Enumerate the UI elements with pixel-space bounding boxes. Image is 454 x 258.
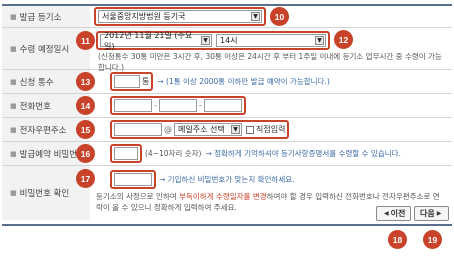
callout-badge-15: 15 xyxy=(76,120,95,139)
next-button[interactable]: 다음 ▶ xyxy=(414,206,450,221)
arrow-left-icon: ◀ xyxy=(384,210,389,217)
bullet-icon: ■ xyxy=(10,189,17,197)
callout-badge-19: 19 xyxy=(423,230,442,249)
phone-part2-input[interactable] xyxy=(158,99,197,112)
bullet-icon: ■ xyxy=(10,12,17,21)
label-issuing-office: ■ 발급 등기소 xyxy=(2,6,90,27)
bullet-icon: ■ xyxy=(10,44,17,53)
bullet-icon: ■ xyxy=(10,149,17,158)
chevron-down-icon[interactable]: ▼ xyxy=(315,36,324,45)
phone-part3-input[interactable] xyxy=(203,99,242,112)
form-bottom-divider xyxy=(2,224,452,226)
callout-badge-13: 13 xyxy=(76,72,95,91)
row-request-count: ■ 신청 통수 통 → (1통 이상 2000통 이하만 발급 예약이 가능합니… xyxy=(2,70,452,94)
email-frame: @ 메일주소 선택 ▼ 직접입력 xyxy=(110,120,290,139)
row-phone: ■ 전화번호 - - 14 xyxy=(2,94,452,118)
phone-frame: - - xyxy=(110,96,246,115)
application-form-table: ■ 발급 등기소 서울중앙지방법원 등기국 ▼ 10 ■ 수령 예정일시 201… xyxy=(2,4,452,220)
password-note: → 정확하게 기억하셔야 등기사항증명서를 수령할 수 있습니다. xyxy=(205,149,401,158)
direct-input-checkbox[interactable] xyxy=(246,125,254,134)
row-email: ■ 전자우편주소 @ 메일주소 선택 ▼ 직접입력 15 xyxy=(2,118,452,142)
phone-part1-input[interactable] xyxy=(114,99,152,112)
chevron-down-icon[interactable]: ▼ xyxy=(251,12,260,21)
password-confirm-input[interactable] xyxy=(114,173,152,186)
callout-badge-11: 11 xyxy=(76,31,95,50)
bullet-icon: ■ xyxy=(10,125,17,134)
office-select-frame: 서울중앙지방법원 등기국 ▼ xyxy=(94,7,266,26)
row-pickup-datetime: ■ 수령 예정일시 2012년 11월 21일 (수요일) ▼ 14시 ▼ (신… xyxy=(2,28,452,72)
callout-badge-10: 10 xyxy=(270,7,289,26)
chevron-down-icon[interactable]: ▼ xyxy=(201,36,210,45)
prev-button[interactable]: ◀ 이전 xyxy=(376,206,412,221)
row-password: ■ 발급예약 비밀번호 (4~10자리 숫자) → 정확하게 기억하셔야 등기사… xyxy=(2,142,452,166)
count-frame: 통 xyxy=(110,72,154,91)
password-input[interactable] xyxy=(114,147,138,160)
arrow-right-icon: ▶ xyxy=(436,210,442,217)
password-confirm-note: → 기입하신 비밀번호가 맞는지 확인하세요. xyxy=(159,175,295,184)
count-note: → (1통 이상 2000통 이하만 발급 예약이 가능합니다.) xyxy=(157,77,330,86)
office-select[interactable]: 서울중앙지방법원 등기국 ▼ xyxy=(98,10,262,23)
callout-badge-12: 12 xyxy=(334,30,353,49)
pickup-date-select[interactable]: 2012년 11월 21일 (수요일) ▼ xyxy=(100,31,212,51)
chevron-down-icon[interactable]: ▼ xyxy=(231,125,240,134)
email-id-input[interactable] xyxy=(114,123,162,136)
bullet-icon: ■ xyxy=(10,77,17,86)
callout-badge-14: 14 xyxy=(76,96,95,115)
count-input[interactable] xyxy=(114,75,140,88)
callout-badge-16: 16 xyxy=(76,144,95,163)
row-issuing-office: ■ 발급 등기소 서울중앙지방법원 등기국 ▼ 10 xyxy=(2,6,452,28)
password-confirm-frame xyxy=(110,170,156,189)
password-frame xyxy=(110,144,142,163)
callout-badge-17: 17 xyxy=(76,169,95,188)
bullet-icon: ■ xyxy=(10,101,17,110)
email-domain-select[interactable]: 메일주소 선택 ▼ xyxy=(174,123,242,136)
date-time-frame: 2012년 11월 21일 (수요일) ▼ 14시 ▼ xyxy=(96,31,330,51)
callout-badge-18: 18 xyxy=(388,230,407,249)
pickup-time-select[interactable]: 14시 ▼ xyxy=(216,34,326,47)
